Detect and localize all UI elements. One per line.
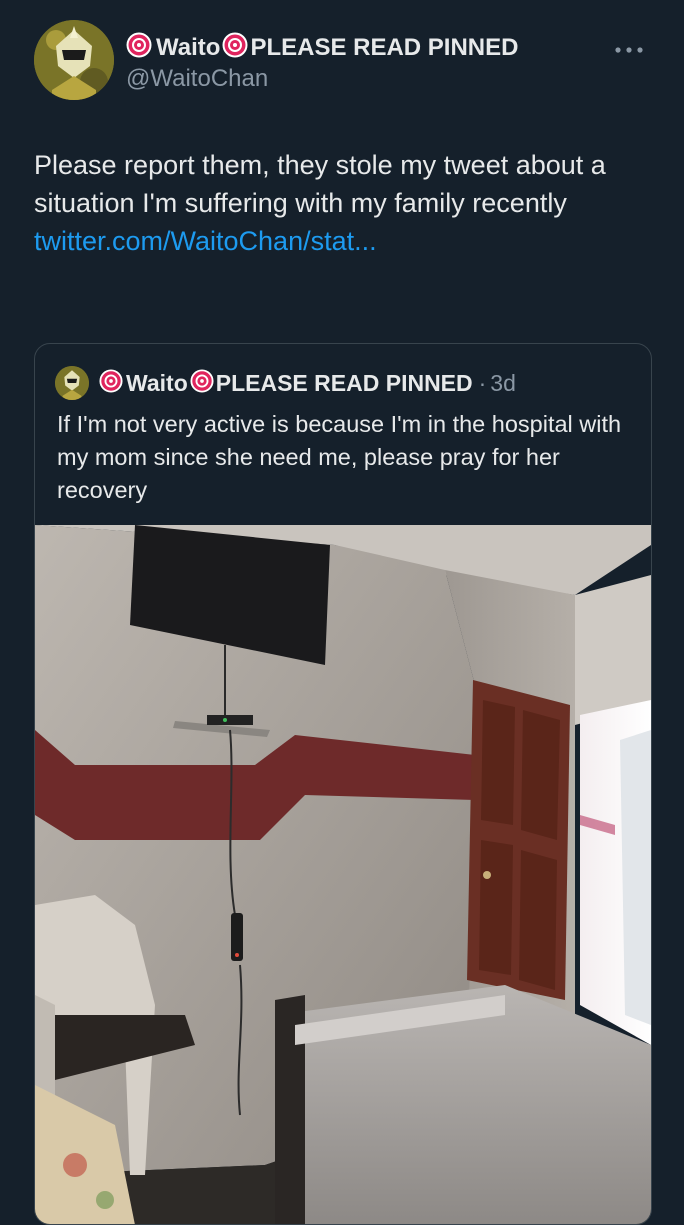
tweet-link[interactable]: twitter.com/WaitoChan/stat... <box>34 222 654 260</box>
display-name-row[interactable]: Waito PLEASE READ PINNED <box>126 32 518 63</box>
timestamp-separator: · <box>478 369 487 396</box>
badge-icon <box>222 32 248 63</box>
quoted-tweet-header: Waito PLEASE READ PINNED · 3d <box>55 366 516 400</box>
quoted-tweet-image[interactable] <box>35 525 651 1224</box>
quoted-avatar <box>55 366 89 400</box>
quoted-timestamp[interactable]: 3d <box>490 370 516 397</box>
badge-icon <box>126 32 152 63</box>
display-name: Waito <box>156 33 221 61</box>
quoted-tweet[interactable]: Waito PLEASE READ PINNED · 3d If I'm not… <box>34 343 652 1225</box>
badge-icon <box>99 368 123 398</box>
tweet-body: Please report them, they stole my tweet … <box>34 146 654 260</box>
display-name-suffix: PLEASE READ PINNED <box>250 33 519 61</box>
badge-icon <box>190 368 214 398</box>
tweet-text: Please report them, they stole my tweet … <box>34 150 606 218</box>
avatar[interactable] <box>34 20 114 100</box>
user-handle[interactable]: @WaitoChan <box>126 65 518 93</box>
quoted-display-name-suffix: PLEASE READ PINNED <box>215 369 473 396</box>
more-icon[interactable] <box>614 34 644 60</box>
tweet-header: Waito PLEASE READ PINNED @WaitoChan <box>126 32 518 93</box>
quoted-display-name: Waito <box>126 369 188 396</box>
quoted-tweet-text: If I'm not very active is because I'm in… <box>57 411 622 503</box>
